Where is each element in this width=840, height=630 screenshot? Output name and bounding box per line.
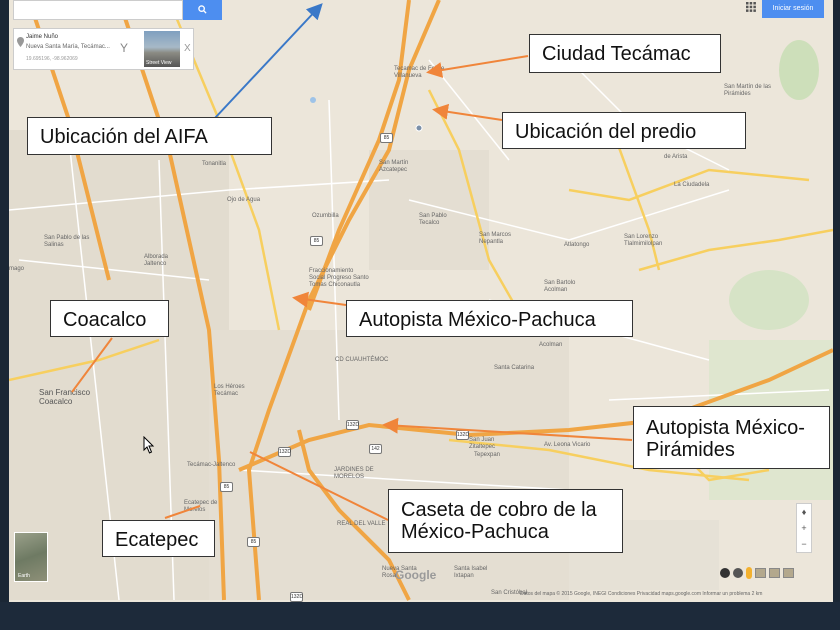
street-view-label: Street View — [146, 60, 172, 66]
map-label: JARDINES DE MORELOS — [334, 467, 374, 480]
callout-predio: Ubicación del predio — [502, 112, 746, 149]
mouse-cursor-icon — [143, 436, 155, 454]
place-name: Jaime Nuño — [26, 34, 59, 40]
search-icon — [198, 5, 207, 14]
map-label: CD CUAUHTÉMOC — [335, 357, 389, 363]
callout-ecatepec: Ecatepec — [102, 520, 215, 557]
slide-bottom-strip — [0, 602, 840, 630]
callout-mexico-pachuca: Autopista México-Pachuca — [346, 300, 633, 337]
highway-shield: 142 — [369, 444, 382, 454]
compass-icon[interactable]: ♦ — [797, 504, 811, 520]
map-label: Santa Catarina — [494, 365, 535, 371]
imagery-thumb-icon[interactable] — [769, 568, 780, 578]
map-label: San Pablo Tecalco — [419, 213, 447, 226]
settings-icon[interactable] — [733, 568, 743, 578]
map-label: Atlatongo — [564, 242, 590, 248]
imagery-thumb-icon[interactable] — [755, 568, 766, 578]
pegman-icon[interactable] — [746, 567, 752, 579]
map-label: Fraccionamiento Social Progreso Santo To… — [309, 268, 369, 288]
map-control-row — [720, 566, 794, 580]
map-attribution: Datos del mapa © 2015 Google, INEGI Cond… — [520, 591, 763, 597]
map-label: REAL DEL VALLE — [337, 521, 386, 527]
callout-aifa: Ubicación del AIFA — [27, 117, 272, 155]
map-label: San Bartolo Acolman — [544, 280, 576, 293]
highway-shield: 132D — [456, 430, 469, 440]
map-label: Santa Isabel Ixtapan — [454, 566, 488, 579]
signin-button[interactable]: Iniciar sesión — [762, 0, 824, 18]
map-label: Los Héroes Tecámac — [214, 384, 245, 397]
map-label: mago — [9, 266, 25, 272]
highway-shield: 85 — [310, 236, 323, 246]
map-label: San Martín Azcatepec — [379, 160, 409, 173]
highway-shield: 132D — [290, 592, 303, 602]
close-icon[interactable]: X — [184, 43, 191, 54]
google-logo: Google — [395, 568, 437, 582]
earth-label: Earth — [18, 573, 30, 579]
search-button[interactable] — [183, 0, 222, 20]
highway-shield: 85 — [380, 133, 393, 143]
location-pin-icon — [17, 37, 24, 47]
place-address: Nueva Santa María, Tecámac... — [26, 44, 110, 50]
place-info-card[interactable]: Jaime Nuño Nueva Santa María, Tecámac...… — [13, 28, 194, 70]
map-label: San Francisco Coacalco — [39, 388, 91, 406]
map-label: San Marcos Nepantla — [479, 232, 512, 245]
map-label: Tecámac-Jaltenco — [187, 462, 236, 468]
map-label: San Juan Zitaltepec — [469, 437, 496, 450]
map-label: Tecamac de Felipe Villanueva — [394, 66, 445, 79]
map-label: Av. Leona Vicario — [544, 442, 591, 448]
directions-icon[interactable]: Y — [120, 41, 128, 55]
map-label: Ozumbilla — [312, 213, 339, 219]
search-input[interactable] — [13, 0, 183, 20]
imagery-thumb-icon[interactable] — [783, 568, 794, 578]
map-label: San Pablo de las Salinas — [44, 235, 90, 248]
callout-ciudad-tecamac: Ciudad Tecámac — [529, 34, 721, 73]
zoom-controls[interactable]: ♦ + − — [796, 503, 812, 553]
highway-shield: 85 — [220, 482, 233, 492]
map-label: de Arista — [664, 154, 688, 160]
callout-mexico-piramides: Autopista México-Pirámides — [633, 406, 830, 469]
map-label: Ecatepec de Morelos — [184, 500, 218, 513]
highway-shield: 132D — [346, 420, 359, 430]
earth-view-toggle[interactable]: Earth — [14, 532, 48, 582]
highway-shield: 132D — [278, 447, 291, 457]
callout-caseta: Caseta de cobro de la México-Pachuca — [388, 489, 623, 553]
help-icon[interactable] — [720, 568, 730, 578]
map-label: La Ciudadela — [674, 182, 710, 188]
map-label: Ojo de Agua — [227, 197, 261, 203]
zoom-in-button[interactable]: + — [797, 520, 811, 536]
zoom-out-button[interactable]: − — [797, 536, 811, 552]
map-label: Alborada Jaltenco — [144, 254, 169, 267]
map-label: Acolman — [539, 342, 563, 348]
apps-grid-icon[interactable] — [746, 2, 756, 12]
callout-coacalco: Coacalco — [50, 300, 169, 337]
map-label: San Martín de las Pirámides — [724, 84, 772, 97]
map-label: Tepexpan — [474, 452, 501, 458]
highway-shield: 85 — [247, 537, 260, 547]
map-label: San Lorenzo Tlalmimilolpan — [624, 234, 663, 247]
place-coords: 19.695196, -98.962069 — [26, 56, 78, 62]
map-label: Tonanitla — [202, 161, 227, 167]
